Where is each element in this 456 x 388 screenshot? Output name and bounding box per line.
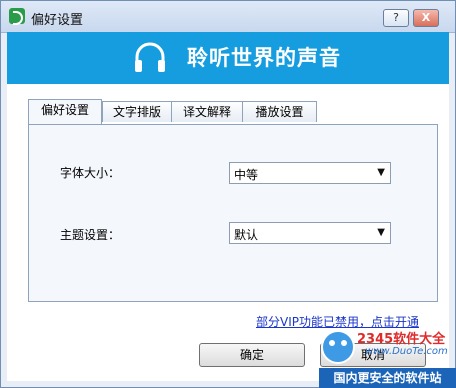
watermark-url: www.DuoTe.com [365,346,448,357]
mascot-icon [321,330,355,364]
theme-label: 主题设置： [60,228,121,242]
watermark: 2345软件大全 www.DuoTe.com 国内更安全的软件站 [319,324,456,388]
close-button[interactable]: X [413,9,439,27]
font-size-value: 中等 [234,168,259,182]
title-bar: 偏好设置 ? X [1,1,455,33]
chevron-down-icon: ▼ [377,167,385,178]
font-size-select[interactable]: 中等 ▼ [229,162,391,184]
tab-translation[interactable]: 译文解释 [171,101,243,122]
theme-value: 默认 [234,228,259,242]
window-title: 偏好设置 [31,13,84,28]
watermark-brand: 2345软件大全 [357,332,446,347]
tab-content: 字体大小： 中等 ▼ 主题设置： 默认 ▼ [28,124,438,302]
headphones-icon [135,42,165,72]
banner-slogan: 聆听世界的声音 [187,46,341,70]
font-size-label: 字体大小： [60,166,121,180]
help-button[interactable]: ? [383,9,409,27]
tab-preferences[interactable]: 偏好设置 [28,99,102,124]
tab-playback[interactable]: 播放设置 [242,101,317,122]
ok-button[interactable]: 确定 [199,343,305,367]
tab-typography[interactable]: 文字排版 [102,101,172,122]
banner: 聆听世界的声音 [7,32,449,84]
watermark-bar: 国内更安全的软件站 [319,368,456,388]
theme-select[interactable]: 默认 ▼ [229,222,391,244]
app-icon [9,8,25,25]
chevron-down-icon: ▼ [377,227,385,238]
